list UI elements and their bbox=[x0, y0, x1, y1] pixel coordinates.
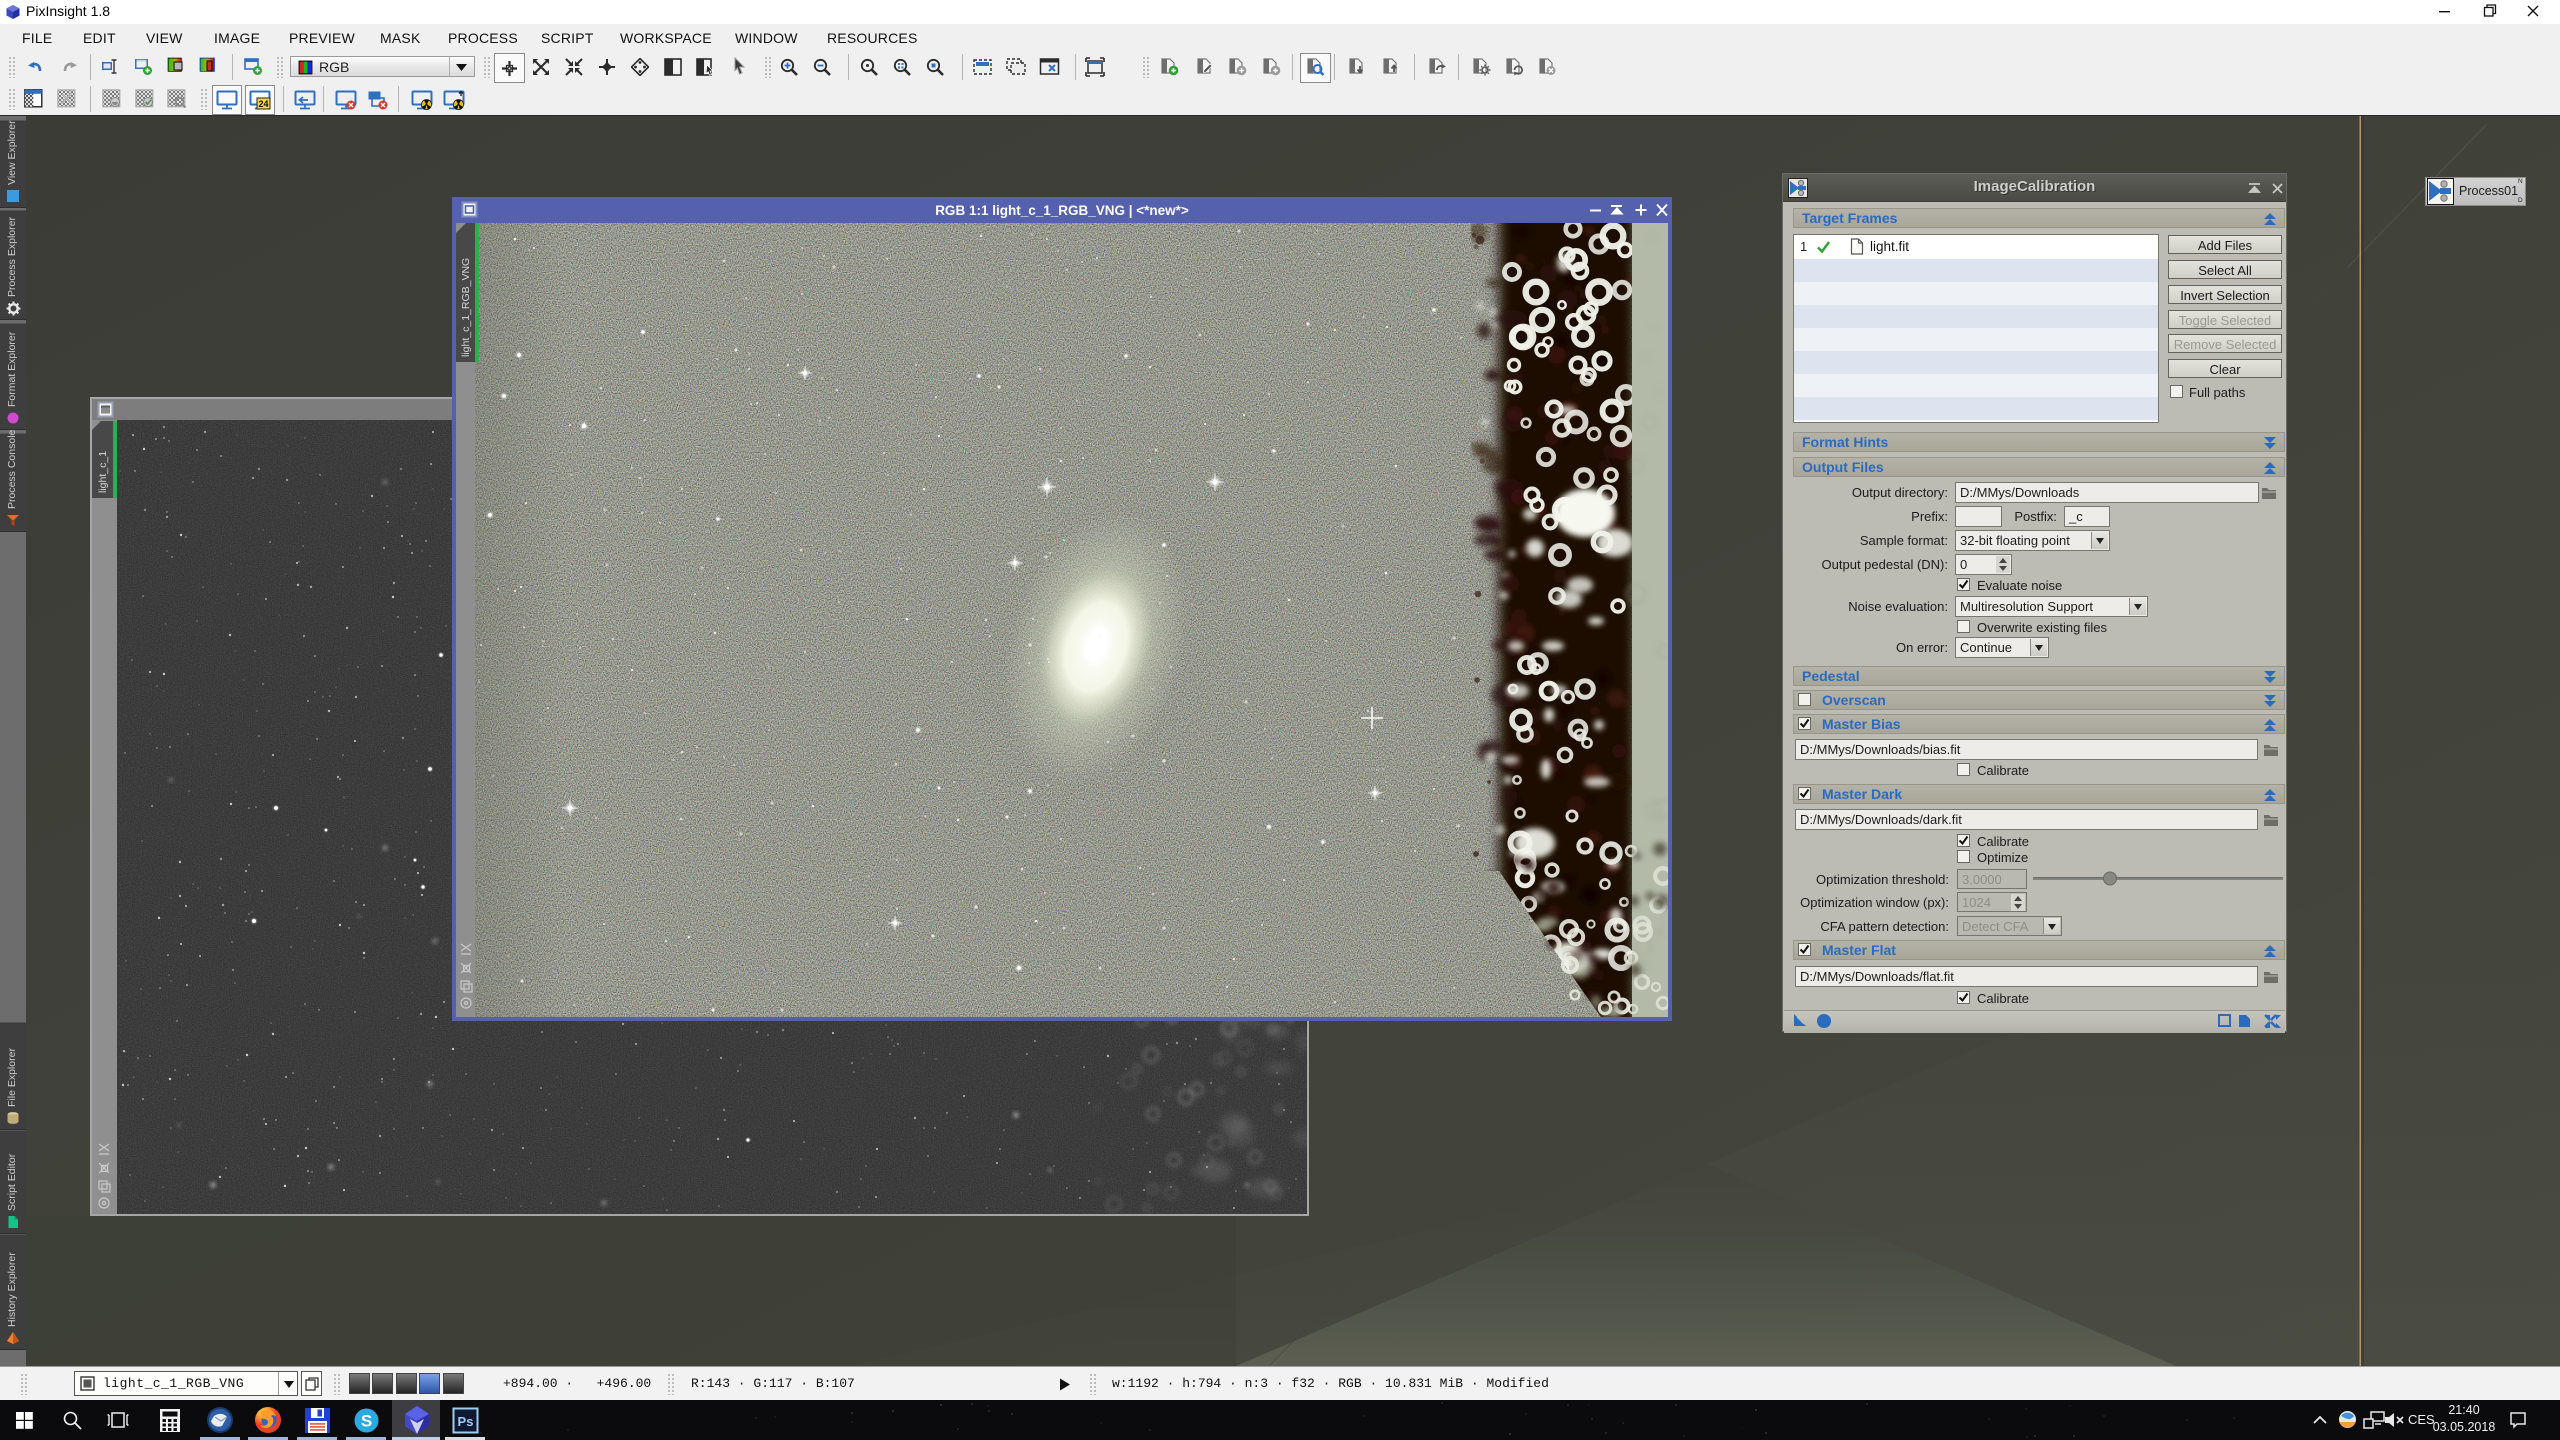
svg-text:Ps: Ps bbox=[458, 1414, 474, 1429]
svg-text:S: S bbox=[361, 1412, 372, 1431]
svg-text:24: 24 bbox=[258, 99, 268, 109]
